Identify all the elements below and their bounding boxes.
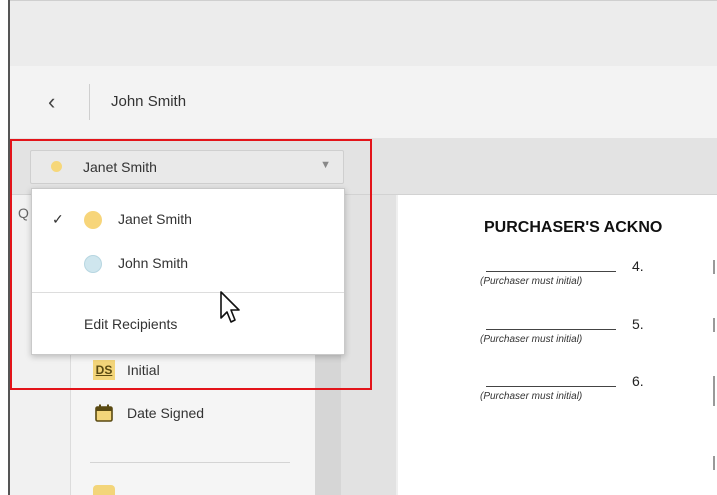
mouse-pointer-icon	[220, 291, 240, 323]
calendar-icon	[93, 403, 115, 423]
row-number: 5.	[632, 316, 644, 332]
text-edge-mark	[713, 260, 715, 274]
top-bar	[10, 0, 717, 68]
row-number: 6.	[632, 373, 644, 389]
initial-instruction: (Purchaser must initial)	[480, 391, 583, 402]
header-divider	[89, 84, 90, 120]
text-edge-mark	[713, 376, 715, 406]
tools-divider	[90, 462, 290, 463]
text-edge-mark	[713, 318, 715, 332]
initial-line[interactable]	[486, 271, 616, 272]
document-title: PURCHASER'S ACKNO	[484, 219, 663, 236]
page-title: John Smith	[111, 93, 187, 110]
tool-label: Date Signed	[127, 405, 205, 421]
initial-instruction: (Purchaser must initial)	[480, 276, 583, 287]
document-page	[398, 195, 717, 495]
initial-line[interactable]	[486, 329, 616, 330]
name-icon	[93, 485, 115, 495]
back-button[interactable]: ‹	[48, 88, 68, 116]
row-number: 4.	[632, 258, 644, 274]
highlight-box	[10, 139, 372, 390]
tool-date-signed[interactable]: Date Signed	[93, 403, 204, 423]
text-edge-mark	[713, 456, 715, 470]
initial-instruction: (Purchaser must initial)	[480, 334, 583, 345]
initial-line[interactable]	[486, 386, 616, 387]
